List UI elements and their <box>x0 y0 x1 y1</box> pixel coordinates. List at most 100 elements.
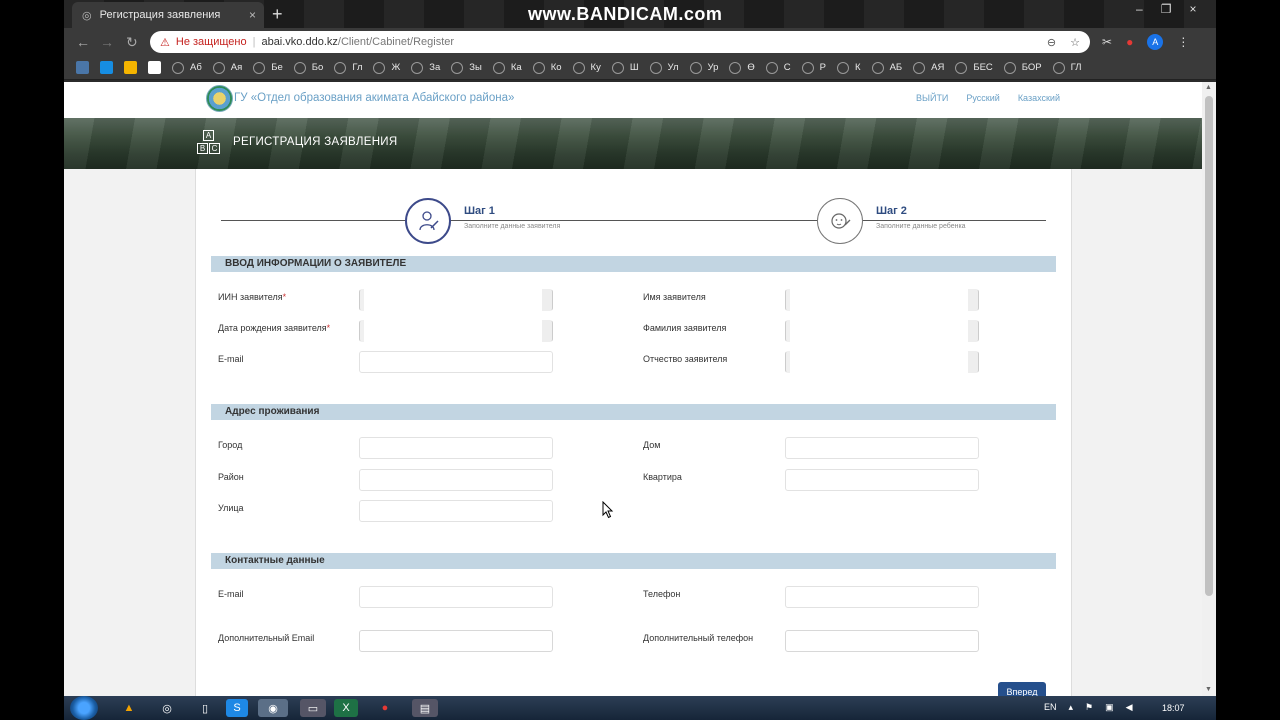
browser-tab[interactable]: ◎ Регистрация заявления × <box>72 2 264 28</box>
volume-icon[interactable]: ◀ <box>1126 702 1133 713</box>
excel-icon[interactable]: X <box>334 699 358 717</box>
lang-kz-link[interactable]: Казахский <box>1018 93 1060 103</box>
scrollbar-thumb[interactable] <box>1205 96 1213 596</box>
bookmark-s[interactable] <box>148 61 161 74</box>
house-label: Дом <box>643 440 661 450</box>
globe-icon <box>729 61 742 74</box>
bookmark-item[interactable]: Ка <box>492 61 522 74</box>
bookmark-item[interactable]: Зы <box>451 61 482 74</box>
patronymic-input[interactable] <box>785 351 979 373</box>
phone-label: Телефон <box>643 589 681 599</box>
apartment-input[interactable] <box>785 469 979 491</box>
flag-icon[interactable]: ⚑ <box>1085 702 1093 713</box>
folder-icon[interactable]: ▭ <box>300 699 326 717</box>
tab-close-icon[interactable]: × <box>249 8 256 22</box>
house-input[interactable] <box>785 437 979 459</box>
scroll-down-icon[interactable]: ▼ <box>1205 686 1212 693</box>
next-button[interactable]: Вперед <box>998 682 1046 696</box>
globe-icon: ◎ <box>82 9 92 22</box>
city-input[interactable] <box>359 437 553 459</box>
star-icon[interactable]: ☆ <box>1070 36 1080 49</box>
bookmark-item[interactable]: Р <box>801 61 826 74</box>
email2-input[interactable] <box>359 586 553 608</box>
security-warning: Не защищено <box>175 36 247 48</box>
bookmark-item[interactable]: С <box>765 61 791 74</box>
bookmark-item[interactable]: Ку <box>572 61 601 74</box>
app-icon-1[interactable]: ▲ <box>116 699 142 717</box>
globe-icon <box>1003 61 1016 74</box>
globe-icon <box>492 61 505 74</box>
street-input[interactable] <box>359 500 553 522</box>
bookmark-item[interactable]: Ө <box>729 61 755 74</box>
language-indicator[interactable]: EN <box>1044 702 1057 713</box>
clock[interactable]: 18:07 <box>1162 703 1185 713</box>
bookmark-item[interactable]: Ая <box>212 61 242 74</box>
lang-ru-link[interactable]: Русский <box>966 93 999 103</box>
reload-icon[interactable]: ↻ <box>126 34 138 51</box>
back-icon[interactable]: ← <box>76 34 90 50</box>
chrome-icon[interactable]: ◉ <box>258 699 288 717</box>
extra-email-input[interactable] <box>359 630 553 652</box>
bookmark-item[interactable]: Ко <box>532 61 562 74</box>
bookmark-mail[interactable] <box>100 61 113 74</box>
stepper-line <box>221 220 1046 221</box>
bookmark-item[interactable]: За <box>411 61 440 74</box>
bookmark-item[interactable]: Гл <box>334 61 362 74</box>
minimize-icon[interactable]: – <box>1136 2 1143 16</box>
bandicam-icon[interactable]: ● <box>372 699 398 717</box>
last-name-input[interactable] <box>785 320 979 342</box>
bookmark-item[interactable]: Ж <box>373 61 400 74</box>
first-name-input[interactable] <box>785 289 979 311</box>
windows-taskbar: ▲ ◎ ▯ S ◉ ▭ X ● ▤ EN ▴ ⚑ ▣ ◀ 18:07 <box>64 696 1216 720</box>
email1-input[interactable] <box>359 351 553 373</box>
globe-icon <box>765 61 778 74</box>
bookmark-item[interactable]: Бо <box>293 61 323 74</box>
org-name[interactable]: ГУ «Отдел образования акимата Абайского … <box>234 92 514 104</box>
iin-input[interactable] <box>359 289 553 311</box>
globe-icon <box>801 61 814 74</box>
logout-link[interactable]: ВЫЙТИ <box>916 93 948 103</box>
bookmark-item[interactable]: ГЛ <box>1052 61 1082 74</box>
bookmark-item[interactable]: Ш <box>611 61 639 74</box>
step1-circle[interactable] <box>405 198 451 244</box>
tray-arrow-icon[interactable]: ▴ <box>1069 702 1074 713</box>
bookmark-item[interactable]: БОР <box>1003 61 1042 74</box>
globe-icon <box>871 61 884 74</box>
app-icon-2[interactable]: ◎ <box>154 699 180 717</box>
notepad-icon[interactable]: ▤ <box>412 699 438 717</box>
start-button[interactable] <box>70 696 98 720</box>
district-input[interactable] <box>359 469 553 491</box>
new-tab-button[interactable]: + <box>272 4 283 25</box>
menu-icon[interactable]: ⋮ <box>1177 35 1189 49</box>
extra-phone-input[interactable] <box>785 630 979 652</box>
skype-icon[interactable]: S <box>226 699 248 717</box>
bookmark-item[interactable]: Бе <box>253 61 283 74</box>
network-icon[interactable]: ▣ <box>1105 702 1114 713</box>
restore-icon[interactable]: ❐ <box>1161 2 1172 16</box>
birthdate-input[interactable] <box>359 320 553 342</box>
forward-icon[interactable]: → <box>100 34 114 50</box>
zoom-icon[interactable]: ⊖ <box>1047 36 1056 49</box>
bookmark-gmail[interactable] <box>124 61 137 74</box>
bookmark-item[interactable]: АБ <box>871 61 902 74</box>
globe-icon <box>837 61 850 74</box>
bookmark-item[interactable]: Аб <box>172 61 202 74</box>
record-extension-icon[interactable]: ● <box>1126 35 1133 49</box>
bookmark-item[interactable]: Ур <box>689 61 718 74</box>
close-window-icon[interactable]: × <box>1189 2 1196 16</box>
globe-icon <box>1052 61 1065 74</box>
bookmark-item[interactable]: Ул <box>649 61 679 74</box>
bookmark-item[interactable]: БЕС <box>955 61 993 74</box>
bookmark-item[interactable]: АЯ <box>913 61 944 74</box>
url-domain: abai.vko.ddo.kz <box>261 36 338 48</box>
step2-circle[interactable] <box>817 198 863 244</box>
address-bar[interactable]: ⚠ Не защищено | abai.vko.ddo.kz/Client/C… <box>150 31 1090 53</box>
bookmark-vk[interactable] <box>76 61 89 74</box>
page-scrollbar[interactable]: ▲ ▼ <box>1202 82 1216 696</box>
profile-avatar[interactable]: A <box>1147 34 1164 50</box>
extension-icon[interactable]: ✂ <box>1102 35 1112 49</box>
bookmark-item[interactable]: К <box>837 61 861 74</box>
phone-input[interactable] <box>785 586 979 608</box>
scroll-up-icon[interactable]: ▲ <box>1205 84 1212 91</box>
document-icon[interactable]: ▯ <box>192 699 218 717</box>
